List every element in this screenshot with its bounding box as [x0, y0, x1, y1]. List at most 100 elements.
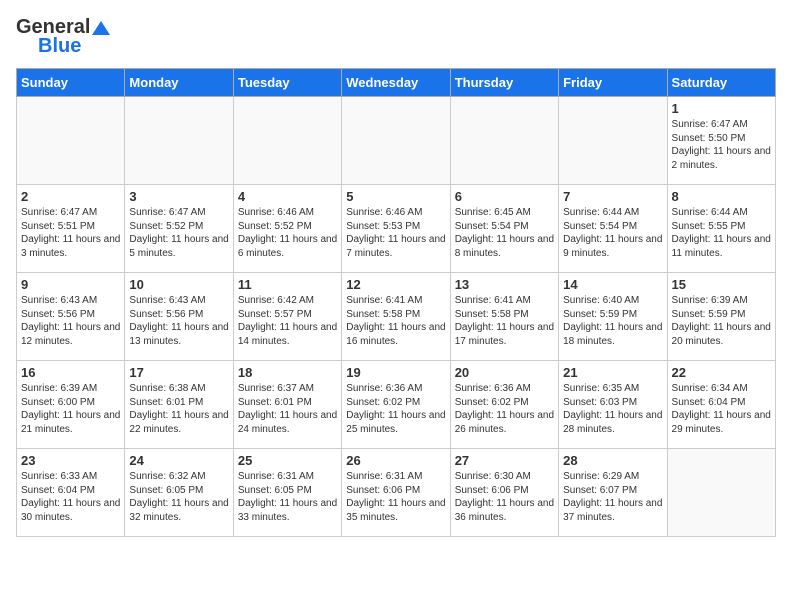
- day-info: Sunrise: 6:43 AM Sunset: 5:56 PM Dayligh…: [21, 294, 120, 348]
- day-number: 27: [455, 453, 554, 468]
- day-number: 26: [346, 453, 445, 468]
- logo: General Blue: [16, 16, 110, 58]
- calendar: SundayMondayTuesdayWednesdayThursdayFrid…: [16, 68, 776, 537]
- day-info: Sunrise: 6:36 AM Sunset: 6:02 PM Dayligh…: [455, 382, 554, 436]
- calendar-cell: 21 Sunrise: 6:35 AM Sunset: 6:03 PM Dayli…: [559, 361, 667, 449]
- day-number: 25: [238, 453, 337, 468]
- calendar-cell: 6 Sunrise: 6:45 AM Sunset: 5:54 PM Daylig…: [450, 185, 558, 273]
- calendar-week-1: 2 Sunrise: 6:47 AM Sunset: 5:51 PM Daylig…: [17, 185, 776, 273]
- day-info: Sunrise: 6:42 AM Sunset: 5:57 PM Dayligh…: [238, 294, 337, 348]
- calendar-cell: 2 Sunrise: 6:47 AM Sunset: 5:51 PM Daylig…: [17, 185, 125, 273]
- day-number: 16: [21, 365, 120, 380]
- day-info: Sunrise: 6:35 AM Sunset: 6:03 PM Dayligh…: [563, 382, 662, 436]
- day-number: 6: [455, 189, 554, 204]
- day-info: Sunrise: 6:43 AM Sunset: 5:56 PM Dayligh…: [129, 294, 228, 348]
- day-info: Sunrise: 6:33 AM Sunset: 6:04 PM Dayligh…: [21, 470, 120, 524]
- day-number: 8: [672, 189, 771, 204]
- day-info: Sunrise: 6:37 AM Sunset: 6:01 PM Dayligh…: [238, 382, 337, 436]
- calendar-cell: [559, 97, 667, 185]
- day-number: 18: [238, 365, 337, 380]
- weekday-header-row: SundayMondayTuesdayWednesdayThursdayFrid…: [17, 69, 776, 97]
- calendar-cell: [450, 97, 558, 185]
- calendar-week-2: 9 Sunrise: 6:43 AM Sunset: 5:56 PM Daylig…: [17, 273, 776, 361]
- day-number: 15: [672, 277, 771, 292]
- calendar-cell: 25Sunrise: 6:31 AM Sunset: 6:05 PM Dayli…: [233, 449, 341, 537]
- calendar-week-4: 23 Sunrise: 6:33 AM Sunset: 6:04 PM Dayli…: [17, 449, 776, 537]
- header: General Blue: [16, 16, 776, 58]
- day-info: Sunrise: 6:39 AM Sunset: 5:59 PM Dayligh…: [672, 294, 771, 348]
- calendar-cell: 15 Sunrise: 6:39 AM Sunset: 5:59 PM Dayli…: [667, 273, 775, 361]
- day-info: Sunrise: 6:46 AM Sunset: 5:53 PM Dayligh…: [346, 206, 445, 260]
- day-number: 12: [346, 277, 445, 292]
- day-number: 22: [672, 365, 771, 380]
- calendar-cell: 8Sunrise: 6:44 AM Sunset: 5:55 PM Daylig…: [667, 185, 775, 273]
- day-info: Sunrise: 6:46 AM Sunset: 5:52 PM Dayligh…: [238, 206, 337, 260]
- calendar-cell: 14 Sunrise: 6:40 AM Sunset: 5:59 PM Dayli…: [559, 273, 667, 361]
- day-info: Sunrise: 6:38 AM Sunset: 6:01 PM Dayligh…: [129, 382, 228, 436]
- logo-blue-text: Blue: [38, 35, 81, 58]
- day-number: 4: [238, 189, 337, 204]
- weekday-header-tuesday: Tuesday: [233, 69, 341, 97]
- calendar-cell: [125, 97, 233, 185]
- weekday-header-sunday: Sunday: [17, 69, 125, 97]
- day-info: Sunrise: 6:47 AM Sunset: 5:52 PM Dayligh…: [129, 206, 228, 260]
- calendar-cell: 26 Sunrise: 6:31 AM Sunset: 6:06 PM Dayli…: [342, 449, 450, 537]
- calendar-cell: 20 Sunrise: 6:36 AM Sunset: 6:02 PM Dayli…: [450, 361, 558, 449]
- calendar-cell: 27Sunrise: 6:30 AM Sunset: 6:06 PM Dayli…: [450, 449, 558, 537]
- day-info: Sunrise: 6:47 AM Sunset: 5:51 PM Dayligh…: [21, 206, 120, 260]
- weekday-header-thursday: Thursday: [450, 69, 558, 97]
- logo-icon: [92, 19, 110, 37]
- day-number: 11: [238, 277, 337, 292]
- calendar-week-0: 1Sunrise: 6:47 AM Sunset: 5:50 PM Daylig…: [17, 97, 776, 185]
- day-info: Sunrise: 6:47 AM Sunset: 5:50 PM Dayligh…: [672, 118, 771, 172]
- weekday-header-friday: Friday: [559, 69, 667, 97]
- weekday-header-monday: Monday: [125, 69, 233, 97]
- day-number: 3: [129, 189, 228, 204]
- calendar-cell: [667, 449, 775, 537]
- day-info: Sunrise: 6:34 AM Sunset: 6:04 PM Dayligh…: [672, 382, 771, 436]
- day-number: 17: [129, 365, 228, 380]
- calendar-week-3: 16 Sunrise: 6:39 AM Sunset: 6:00 PM Dayli…: [17, 361, 776, 449]
- day-number: 23: [21, 453, 120, 468]
- calendar-cell: 7Sunrise: 6:44 AM Sunset: 5:54 PM Daylig…: [559, 185, 667, 273]
- calendar-cell: 28Sunrise: 6:29 AM Sunset: 6:07 PM Dayli…: [559, 449, 667, 537]
- day-number: 24: [129, 453, 228, 468]
- calendar-cell: 13 Sunrise: 6:41 AM Sunset: 5:58 PM Dayli…: [450, 273, 558, 361]
- day-info: Sunrise: 6:40 AM Sunset: 5:59 PM Dayligh…: [563, 294, 662, 348]
- day-number: 9: [21, 277, 120, 292]
- weekday-header-saturday: Saturday: [667, 69, 775, 97]
- day-info: Sunrise: 6:32 AM Sunset: 6:05 PM Dayligh…: [129, 470, 228, 524]
- day-info: Sunrise: 6:45 AM Sunset: 5:54 PM Dayligh…: [455, 206, 554, 260]
- day-info: Sunrise: 6:36 AM Sunset: 6:02 PM Dayligh…: [346, 382, 445, 436]
- calendar-cell: 1Sunrise: 6:47 AM Sunset: 5:50 PM Daylig…: [667, 97, 775, 185]
- day-number: 28: [563, 453, 662, 468]
- calendar-cell: 3 Sunrise: 6:47 AM Sunset: 5:52 PM Daylig…: [125, 185, 233, 273]
- calendar-cell: 22 Sunrise: 6:34 AM Sunset: 6:04 PM Dayli…: [667, 361, 775, 449]
- calendar-cell: 24 Sunrise: 6:32 AM Sunset: 6:05 PM Dayli…: [125, 449, 233, 537]
- day-number: 14: [563, 277, 662, 292]
- day-number: 21: [563, 365, 662, 380]
- calendar-cell: 17 Sunrise: 6:38 AM Sunset: 6:01 PM Dayli…: [125, 361, 233, 449]
- calendar-cell: 19Sunrise: 6:36 AM Sunset: 6:02 PM Dayli…: [342, 361, 450, 449]
- calendar-cell: [17, 97, 125, 185]
- calendar-cell: [342, 97, 450, 185]
- calendar-cell: 5Sunrise: 6:46 AM Sunset: 5:53 PM Daylig…: [342, 185, 450, 273]
- calendar-cell: 4 Sunrise: 6:46 AM Sunset: 5:52 PM Daylig…: [233, 185, 341, 273]
- day-number: 7: [563, 189, 662, 204]
- day-number: 20: [455, 365, 554, 380]
- calendar-cell: [233, 97, 341, 185]
- calendar-cell: 23 Sunrise: 6:33 AM Sunset: 6:04 PM Dayli…: [17, 449, 125, 537]
- weekday-header-wednesday: Wednesday: [342, 69, 450, 97]
- calendar-cell: 11 Sunrise: 6:42 AM Sunset: 5:57 PM Dayli…: [233, 273, 341, 361]
- day-number: 13: [455, 277, 554, 292]
- calendar-cell: 12Sunrise: 6:41 AM Sunset: 5:58 PM Dayli…: [342, 273, 450, 361]
- calendar-cell: 16 Sunrise: 6:39 AM Sunset: 6:00 PM Dayli…: [17, 361, 125, 449]
- day-number: 10: [129, 277, 228, 292]
- day-info: Sunrise: 6:41 AM Sunset: 5:58 PM Dayligh…: [455, 294, 554, 348]
- day-info: Sunrise: 6:39 AM Sunset: 6:00 PM Dayligh…: [21, 382, 120, 436]
- day-info: Sunrise: 6:31 AM Sunset: 6:06 PM Dayligh…: [346, 470, 445, 524]
- calendar-cell: 18 Sunrise: 6:37 AM Sunset: 6:01 PM Dayli…: [233, 361, 341, 449]
- calendar-cell: 10 Sunrise: 6:43 AM Sunset: 5:56 PM Dayli…: [125, 273, 233, 361]
- day-number: 2: [21, 189, 120, 204]
- calendar-cell: 9 Sunrise: 6:43 AM Sunset: 5:56 PM Daylig…: [17, 273, 125, 361]
